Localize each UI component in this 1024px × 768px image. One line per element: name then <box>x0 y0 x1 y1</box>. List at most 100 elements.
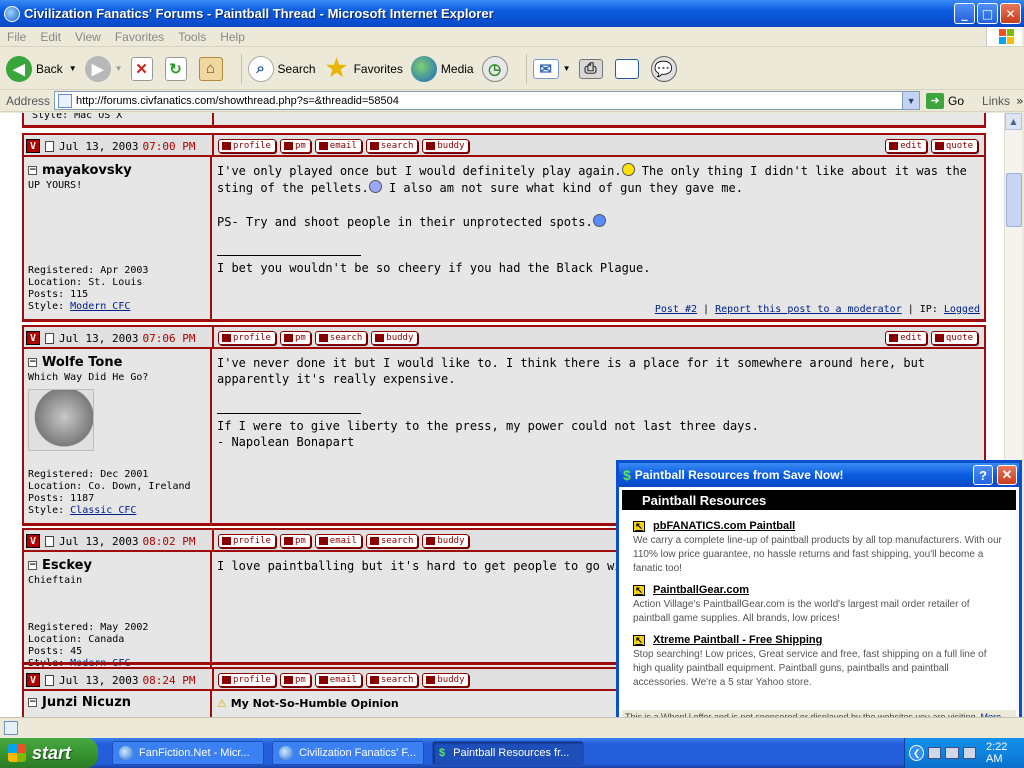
volume-icon[interactable] <box>962 747 977 759</box>
user-registered: Registered: Apr 2003 <box>28 265 149 276</box>
collapse-icon[interactable]: − <box>28 561 37 570</box>
buddy-button[interactable]: buddy <box>422 673 470 687</box>
network-icon[interactable] <box>945 747 959 759</box>
mail-button[interactable]: ✉ ▼ <box>532 58 571 79</box>
email-button[interactable]: email <box>314 534 362 548</box>
popup-help-button[interactable]: ? <box>973 465 993 485</box>
title-bar: Civilization Fanatics' Forums - Paintbal… <box>0 0 1024 27</box>
user-info: − Junzi Nicuzn <box>24 691 212 717</box>
address-dropdown-button[interactable]: ▼ <box>902 92 920 109</box>
email-button[interactable]: email <box>314 673 362 687</box>
tray-expand-icon[interactable]: ❮ <box>909 745 925 761</box>
quote-button[interactable]: quote <box>930 331 978 345</box>
email-button[interactable]: email <box>314 139 362 153</box>
collapse-icon[interactable]: − <box>28 166 37 175</box>
ad-link[interactable]: Xtreme Paintball - Free Shipping <box>653 634 822 646</box>
popup-list: ↖ pbFANATICS.com Paintball We carry a com… <box>619 510 1019 690</box>
list-item: ↖ pbFANATICS.com Paintball We carry a com… <box>633 520 1007 576</box>
taskbar-item-paintball[interactable]: $ Paintball Resources fr... <box>432 741 584 765</box>
ad-link[interactable]: PaintballGear.com <box>653 584 749 596</box>
user-style-link[interactable]: Classic CFC <box>70 505 136 516</box>
post-header: V Jul 13, 2003 07:00 PM profile pm email… <box>22 133 986 157</box>
minimize-button[interactable]: _ <box>954 3 975 24</box>
refresh-button[interactable]: ↻ <box>164 56 191 81</box>
menu-favorites[interactable]: Favorites <box>108 30 171 44</box>
print-button[interactable]: ⎙ <box>578 58 607 79</box>
discuss-button[interactable]: 💬 <box>650 55 681 82</box>
scroll-thumb[interactable] <box>1006 173 1022 227</box>
search-button[interactable]: ⌕ Search <box>247 55 316 82</box>
go-button[interactable]: ➜ Go <box>926 92 964 109</box>
edit-button[interactable]: edit <box>885 331 927 345</box>
stop-icon: ✕ <box>130 56 153 81</box>
clock[interactable]: 2:22 AM <box>986 741 1024 765</box>
menu-file[interactable]: File <box>0 30 33 44</box>
profile-button[interactable]: profile <box>218 673 276 687</box>
ad-description: Stop searching! Low prices, Great servic… <box>633 649 987 688</box>
user-style-link[interactable]: Modern CFC <box>70 301 130 312</box>
menu-tools[interactable]: Tools <box>171 30 213 44</box>
pm-button[interactable]: pm <box>279 673 311 687</box>
buddy-button[interactable]: buddy <box>371 331 419 345</box>
search-posts-button[interactable]: search <box>365 534 419 548</box>
close-button[interactable]: ✕ <box>1000 3 1021 24</box>
start-button[interactable]: start <box>0 738 98 768</box>
search-posts-button[interactable]: search <box>365 673 419 687</box>
taskbar-item-civfanatics[interactable]: Civilization Fanatics' F... <box>272 741 424 765</box>
username[interactable]: Junzi Nicuzn <box>42 695 131 710</box>
post-icon <box>45 535 54 547</box>
pm-button[interactable]: pm <box>279 139 311 153</box>
post-date: Jul 13, 2003 <box>59 534 139 548</box>
forward-button[interactable]: ▶ ▼ <box>84 55 123 82</box>
collapse-icon[interactable]: − <box>28 358 37 367</box>
user-location: Location: Canada <box>28 634 125 645</box>
frown-icon <box>368 180 382 193</box>
buddy-button[interactable]: buddy <box>422 534 470 548</box>
network-icon[interactable] <box>928 747 942 759</box>
address-url: http://forums.civfanatics.com/showthread… <box>76 94 399 107</box>
scroll-up-button[interactable]: ▲ <box>1005 113 1022 130</box>
media-button[interactable]: Media <box>410 55 474 82</box>
menu-edit[interactable]: Edit <box>33 30 68 44</box>
popup-close-button[interactable]: ✕ <box>997 465 1017 485</box>
username[interactable]: Wolfe Tone <box>42 355 122 370</box>
edit-button[interactable]: edit <box>885 139 927 153</box>
post-number-link[interactable]: Post #2 <box>655 304 697 315</box>
address-input[interactable]: http://forums.civfanatics.com/showthread… <box>54 91 921 110</box>
popup-title-bar: $ Paintball Resources from Save Now! ? ✕ <box>619 463 1019 487</box>
profile-button[interactable]: profile <box>218 139 276 153</box>
report-post-link[interactable]: Report this post to a moderator <box>715 304 902 315</box>
arrow-icon: ↖ <box>633 584 645 596</box>
home-button[interactable]: ⌂ <box>198 56 227 81</box>
chevron-down-icon: ▼ <box>114 64 123 73</box>
user-info: − Esckey Chieftain Registered: May 2002 L… <box>24 552 212 676</box>
profile-button[interactable]: profile <box>218 534 276 548</box>
pm-button[interactable]: pm <box>279 331 311 345</box>
history-button[interactable]: ◷ <box>481 55 512 82</box>
user-posts: Posts: 115 <box>28 289 89 300</box>
menu-help[interactable]: Help <box>213 30 252 44</box>
pm-button[interactable]: pm <box>279 534 311 548</box>
search-posts-button[interactable]: search <box>365 139 419 153</box>
ip-logged-link[interactable]: Logged <box>944 304 980 315</box>
stop-button[interactable]: ✕ <box>130 56 157 81</box>
quote-button[interactable]: quote <box>930 139 978 153</box>
page-status-icon <box>4 721 18 735</box>
menu-view[interactable]: View <box>68 30 108 44</box>
profile-button[interactable]: profile <box>218 331 276 345</box>
collapse-icon[interactable]: − <box>28 698 37 707</box>
buddy-button[interactable]: buddy <box>422 139 470 153</box>
favorites-button[interactable]: ★ Favorites <box>324 55 403 82</box>
links-button[interactable]: Links <box>982 94 1010 108</box>
username[interactable]: mayakovsky <box>42 163 132 178</box>
signature-divider <box>217 255 361 256</box>
ad-link[interactable]: pbFANATICS.com Paintball <box>653 520 795 532</box>
back-button[interactable]: ◀ Back ▼ <box>6 55 77 82</box>
search-icon: ⌕ <box>247 55 274 82</box>
search-posts-button[interactable]: search <box>314 331 368 345</box>
edit-page-button[interactable] <box>614 58 643 79</box>
username[interactable]: Esckey <box>42 558 92 573</box>
list-item: ↖ PaintballGear.com Action Village's Pain… <box>633 584 1007 626</box>
taskbar-item-fanfiction[interactable]: FanFiction.Net - Micr... <box>112 741 264 765</box>
maximize-button[interactable]: □ <box>977 3 998 24</box>
